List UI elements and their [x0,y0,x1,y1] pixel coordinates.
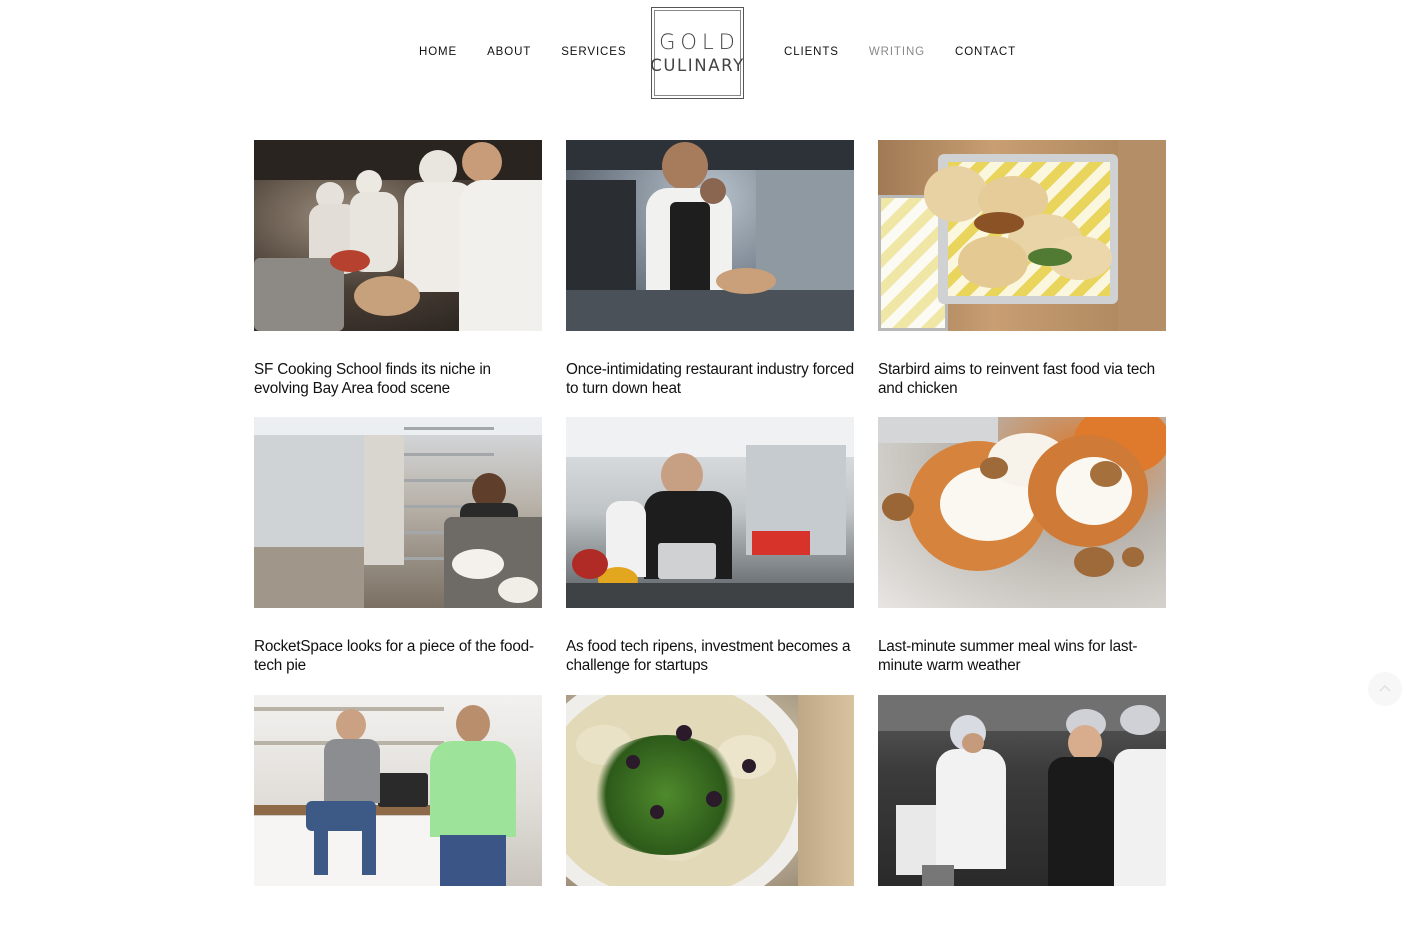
nav-about[interactable]: ABOUT [487,46,531,58]
logo-text-gold: GOLD [659,30,740,54]
stuffed-squash-photo[interactable] [878,417,1166,608]
article-title[interactable]: Starbird aims to reinvent fast food via … [878,360,1168,398]
logo-frame: GOLD CULINARY [650,10,743,96]
chef-plating-photo[interactable] [254,417,542,608]
chicken-sandwiches-photo[interactable] [878,140,1166,331]
nav-writing[interactable]: WRITING [869,46,925,58]
article-title[interactable]: Once-intimidating restaurant industry fo… [566,360,856,398]
nav-left: HOME ABOUT SERVICES [419,46,626,58]
article-title[interactable]: Last-minute summer meal wins for last-mi… [878,637,1168,675]
nav-home[interactable]: HOME [419,46,457,58]
chef-with-laptop-photo[interactable] [566,417,854,608]
nav-contact[interactable]: CONTACT [955,46,1016,58]
nav-right: CLIENTS WRITING CONTACT [784,46,1016,58]
cooks-laughing-photo[interactable] [878,695,1166,886]
nav-clients[interactable]: CLIENTS [784,46,839,58]
chevron-up-icon [1379,684,1391,692]
logo-text-culinary: CULINARY [650,56,745,75]
site-header: HOME ABOUT SERVICES GOLD CULINARY CLIENT… [0,0,1424,110]
article-title[interactable]: As food tech ripens, investment becomes … [566,637,856,675]
scroll-to-top-button[interactable] [1368,672,1402,706]
two-founders-photo[interactable] [254,695,542,886]
article-title[interactable]: RocketSpace looks for a piece of the foo… [254,637,544,675]
nav-services[interactable]: SERVICES [561,46,626,58]
ravioli-bowl-photo[interactable] [566,695,854,886]
site-logo[interactable]: GOLD CULINARY [650,7,744,99]
article-title[interactable]: SF Cooking School finds its niche in evo… [254,360,544,398]
smiling-chef-photo[interactable] [566,140,854,331]
chefs-in-kitchen-photo[interactable] [254,140,542,331]
